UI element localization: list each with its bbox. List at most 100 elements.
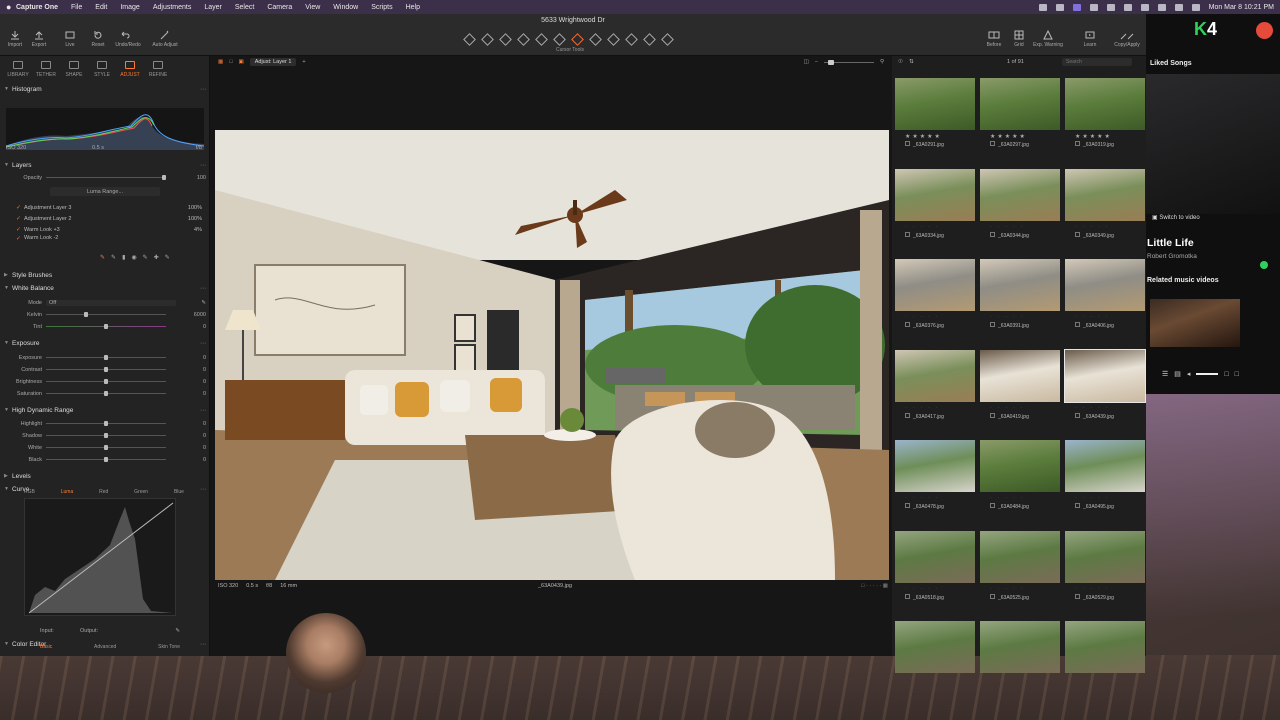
star-rating[interactable]: · · · · · [990, 495, 1025, 501]
select-checkbox[interactable] [1075, 141, 1080, 146]
saturation-slider[interactable]: Saturation 0 [10, 389, 206, 398]
black-knob[interactable] [104, 457, 108, 462]
saturation-track[interactable] [46, 391, 166, 396]
tab-style[interactable]: STYLE [88, 60, 116, 82]
curve-editor[interactable] [24, 498, 176, 616]
menu-scripts[interactable]: Scripts [371, 4, 392, 11]
tray-timer-icon[interactable] [1106, 3, 1115, 11]
tint-knob[interactable] [104, 324, 108, 329]
kelvin-track[interactable] [46, 312, 166, 317]
star-rating[interactable]: · · · · · [990, 224, 1025, 230]
gradient-cursor-icon[interactable] [589, 33, 601, 43]
kelvin-slider[interactable]: Kelvin 6000 [10, 310, 206, 319]
kelvin-knob[interactable] [84, 312, 88, 317]
device-icon[interactable]: ▤ [1174, 370, 1181, 378]
star-rating[interactable]: · · · · · [905, 224, 940, 230]
select-checkbox[interactable] [990, 141, 995, 146]
layer-item[interactable]: ✓ Adjustment Layer 3 100% [16, 203, 202, 212]
curve-tab-green[interactable]: Green [134, 489, 148, 495]
thumbnail[interactable]: · · · · · _63A0417.jpg [895, 349, 975, 436]
thumbnail[interactable]: · · · · · _63A0406.jpg [1065, 259, 1145, 345]
histogram-header[interactable]: ▼ Histogram ⋯ [4, 84, 206, 94]
crop-cursor-icon[interactable] [499, 33, 511, 43]
select-checkbox[interactable] [905, 503, 910, 508]
tray-camera-icon[interactable] [1055, 3, 1064, 11]
thumbnail[interactable]: · · · · · _63A0344.jpg [980, 168, 1060, 255]
exposure-header[interactable]: ▼ Exposure ⋯ [4, 338, 206, 348]
luma-range-button[interactable]: Luma Range... [50, 187, 160, 196]
tray-record-icon[interactable] [1038, 3, 1047, 11]
highlight-knob[interactable] [104, 421, 108, 426]
layers-tools-icons[interactable]: ⋯ [200, 162, 206, 169]
zoom-search-icon[interactable]: ⚲ [880, 59, 884, 65]
thumbnail[interactable]: · · · · · _63A0478.jpg [895, 440, 975, 526]
reset-button[interactable]: Reset [83, 30, 113, 48]
annotate-cursor-icon[interactable] [661, 33, 673, 43]
menu-layer[interactable]: Layer [204, 4, 222, 11]
tray-wifi-icon[interactable] [1157, 3, 1166, 11]
color-editor-tools-icons[interactable]: ⋯ [200, 641, 206, 648]
zoom-slider[interactable] [823, 59, 874, 65]
star-rating[interactable]: ★★★★★ [905, 133, 942, 140]
white-track[interactable] [46, 445, 166, 450]
heal-icon[interactable]: ✚ [154, 254, 159, 261]
liked-icon[interactable] [1260, 261, 1268, 269]
learn-button[interactable]: Learn [1075, 30, 1105, 48]
curve-tools-icons[interactable]: ⋯ [200, 486, 206, 493]
select-checkbox[interactable] [905, 412, 910, 418]
exposure-knob[interactable] [104, 355, 108, 360]
eye-icon[interactable]: ☉ [898, 59, 903, 65]
contrast-knob[interactable] [104, 367, 108, 372]
checkmark-icon[interactable]: ✓ [16, 215, 24, 222]
brightness-track[interactable] [46, 379, 166, 384]
menu-adjustments[interactable]: Adjustments [153, 4, 192, 11]
star-rating[interactable]: · · · · · [1075, 586, 1110, 592]
menu-select[interactable]: Select [235, 4, 254, 11]
tray-control-center-icon[interactable] [1191, 3, 1200, 11]
tab-tether[interactable]: TETHER [32, 60, 60, 82]
switch-to-video-button[interactable]: ▣ Switch to video [1152, 214, 1200, 221]
tab-refine[interactable]: REFINE [144, 60, 172, 82]
star-rating[interactable]: · · · · · [990, 405, 1025, 411]
checkmark-icon[interactable]: ✓ [16, 226, 24, 233]
picker-icon[interactable]: ✎ [143, 254, 148, 261]
thumbnail[interactable]: · · · · · _63A0525.jpg [980, 530, 1060, 617]
checkmark-icon[interactable]: ✓ [16, 235, 24, 242]
menu-view[interactable]: View [305, 4, 320, 11]
curve-picker-icon[interactable]: ✎ [175, 628, 180, 634]
star-rating[interactable]: ★★★★★ [1075, 133, 1112, 140]
menu-edit[interactable]: Edit [95, 4, 107, 11]
more-icon[interactable]: ⋯ [200, 86, 206, 93]
tab-shape[interactable]: SHAPE [60, 60, 88, 82]
star-rating[interactable]: · · · · · [1075, 495, 1110, 501]
wb-mode-select[interactable]: Off [46, 299, 176, 306]
star-rating[interactable]: · · · · · [990, 586, 1025, 592]
select-checkbox[interactable] [905, 322, 910, 327]
curve-tab-luma[interactable]: Luma [61, 489, 74, 495]
select-checkbox[interactable] [1075, 412, 1080, 418]
tray-spotlight-icon[interactable] [1174, 3, 1183, 11]
tint-slider[interactable]: Tint 0 [10, 322, 206, 331]
picker-cursor-icon[interactable] [643, 33, 655, 43]
apple-icon[interactable]: ● [6, 2, 16, 12]
select-checkbox[interactable] [990, 593, 995, 599]
tray-search-icon[interactable] [1123, 3, 1132, 11]
mask-view-icon[interactable]: ▣ [239, 59, 244, 65]
thumbnail[interactable] [895, 621, 975, 707]
brightness-slider[interactable]: Brightness 0 [10, 377, 206, 386]
curve-tab-blue[interactable]: Blue [174, 489, 184, 495]
highlight-track[interactable] [46, 421, 166, 426]
brush-icon[interactable]: ✎ [100, 254, 105, 261]
star-rating[interactable]: · · · · · [1075, 405, 1110, 411]
related-video-thumb[interactable] [1150, 299, 1240, 347]
pan-cursor-icon[interactable] [481, 33, 493, 43]
tint-track[interactable] [46, 324, 166, 329]
select-checkbox[interactable] [990, 322, 995, 327]
fullscreen-icon[interactable]: □ [1235, 371, 1239, 378]
menu-camera[interactable]: Camera [267, 4, 292, 11]
tray-battery-icon[interactable] [1140, 3, 1149, 11]
color-editor-tab-basic[interactable]: Basic [40, 644, 52, 650]
contrast-track[interactable] [46, 367, 166, 372]
piano-video[interactable] [1146, 74, 1280, 214]
white-slider[interactable]: White 0 [10, 443, 206, 452]
